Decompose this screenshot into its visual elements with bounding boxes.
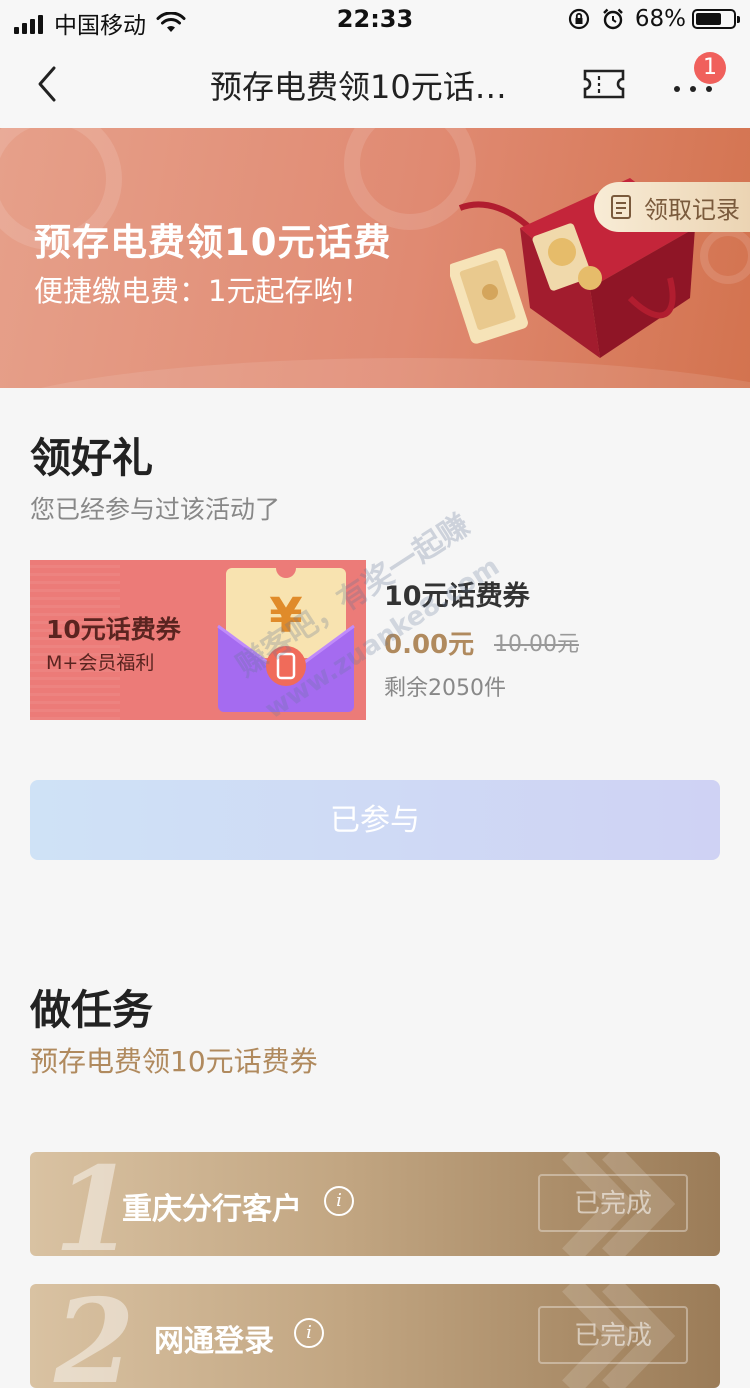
task-section-subtitle: 预存电费领10元话费券 (30, 1045, 318, 1078)
page-title: 预存电费领10元话… (210, 68, 507, 106)
task-card[interactable]: 1 重庆分行客户 i 已完成 (30, 1152, 720, 1256)
battery-icon (692, 9, 740, 29)
promo-banner: 预存电费领10元话费 便捷缴电费：1元起存哟！ 领取记录 (0, 128, 750, 388)
battery-percent: 68% (634, 6, 686, 32)
ticket-icon (583, 69, 625, 99)
records-button[interactable]: 领取记录 (594, 182, 750, 232)
back-button[interactable] (28, 62, 68, 106)
task-label: 网通登录 (154, 1324, 274, 1359)
task-status-button[interactable]: 已完成 (538, 1174, 688, 1232)
chevron-left-icon (38, 66, 56, 102)
status-bar: 中国移动 22:33 68% (0, 0, 750, 40)
records-label: 领取记录 (644, 195, 740, 224)
task-card[interactable]: 2 网通登录 i 已完成 (30, 1284, 720, 1388)
receipt-icon (611, 195, 631, 219)
alarm-icon (603, 8, 623, 30)
coupon-card-name: 10元话费券 (46, 615, 181, 644)
task-status-button[interactable]: 已完成 (538, 1306, 688, 1364)
rotation-lock-icon (568, 8, 589, 30)
gift-section-title: 领好礼 (30, 434, 153, 482)
joined-button[interactable]: 已参与 (30, 780, 720, 860)
nav-bar: 预存电费领10元话… 1 (0, 40, 750, 128)
task-number: 2 (54, 1284, 135, 1388)
banner-title: 预存电费领10元话费 (34, 221, 392, 264)
info-icon[interactable]: i (294, 1318, 324, 1348)
ticket-button[interactable] (582, 68, 626, 100)
stock-remaining: 剩余2050件 (384, 676, 506, 701)
gift-section-subtitle: 您已经参与过该活动了 (30, 495, 281, 524)
banner-subtitle: 便捷缴电费：1元起存哟！ (34, 274, 372, 308)
coupon-card-tag: M+会员福利 (46, 652, 155, 674)
notification-badge: 1 (694, 52, 726, 84)
task-section-title: 做任务 (30, 986, 153, 1034)
info-icon[interactable]: i (324, 1186, 354, 1216)
original-price: 10.00元 (494, 632, 579, 657)
task-label: 重庆分行客户 (122, 1192, 302, 1227)
